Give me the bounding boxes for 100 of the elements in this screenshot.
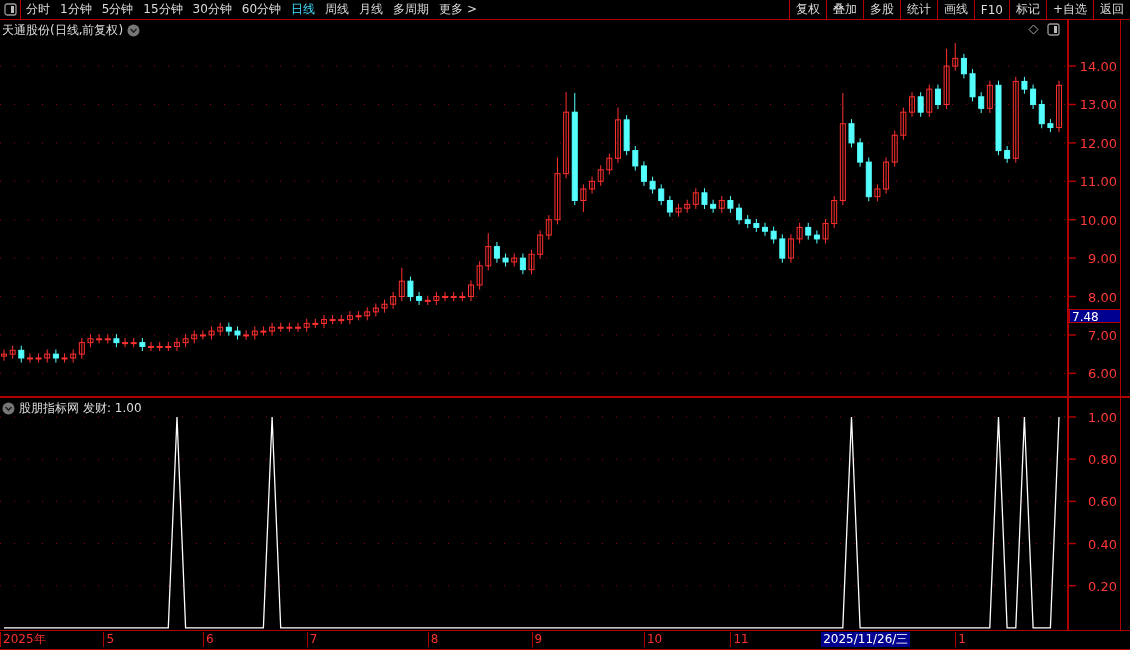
dropdown-icon[interactable]	[2, 402, 15, 415]
candlestick	[969, 68, 976, 102]
candlestick	[139, 337, 146, 352]
cursor-date-label: 2025/11/26/三	[821, 632, 911, 647]
period-tab[interactable]: 5分钟	[96, 0, 139, 19]
chart-title: 天通股份(日线,前复权)	[2, 22, 124, 39]
toolbar-button[interactable]: 画线	[936, 0, 974, 19]
candlestick	[943, 48, 950, 110]
candlestick	[649, 176, 656, 195]
candlestick	[770, 226, 777, 245]
period-tab[interactable]: 周线	[320, 0, 355, 19]
axis-label: 0.20	[1088, 578, 1117, 594]
candlestick	[148, 341, 154, 352]
axis-label: 0.80	[1088, 452, 1117, 468]
date-label: 5	[103, 632, 115, 647]
candlestick	[701, 187, 708, 210]
candlestick	[61, 352, 68, 364]
candlestick	[208, 326, 215, 341]
period-tab[interactable]: 60分钟	[236, 0, 287, 19]
period-tab[interactable]: 更多 >	[434, 0, 482, 19]
candlestick	[381, 299, 388, 314]
date-label: 11	[730, 632, 749, 647]
candlestick	[762, 222, 768, 237]
candlestick	[87, 333, 94, 348]
toolbar-button[interactable]: F10	[973, 0, 1009, 19]
period-tab[interactable]: 15分钟	[138, 0, 188, 19]
candlestick	[355, 310, 362, 321]
candlestick	[295, 322, 301, 333]
diamond-icon[interactable]	[1028, 24, 1039, 35]
candlestick	[874, 183, 881, 202]
period-tab[interactable]: 1分钟	[55, 0, 97, 19]
axis-label: 1.00	[1088, 410, 1117, 425]
candlestick	[35, 352, 42, 364]
date-label: 8	[427, 632, 439, 647]
axis-label: 11.00	[1079, 174, 1117, 190]
candlestick	[182, 333, 189, 348]
candlestick	[1056, 80, 1063, 133]
toolbar-button[interactable]: 叠加	[825, 0, 863, 19]
candlestick	[615, 107, 621, 164]
toolbar-button[interactable]: 标记	[1008, 0, 1046, 19]
candlestick	[459, 291, 466, 302]
candlestick	[234, 326, 241, 341]
candlestick	[822, 218, 829, 245]
axis-label: 10.00	[1079, 212, 1117, 228]
axis-label: 13.00	[1079, 97, 1117, 113]
date-label: 6	[202, 632, 214, 647]
date-label: 7	[306, 632, 318, 647]
period-tab[interactable]: 多周期	[388, 0, 435, 19]
toolbar-button[interactable]: 多股	[862, 0, 900, 19]
candlestick	[260, 326, 267, 337]
candlestick	[1021, 76, 1028, 95]
candlestick	[9, 345, 16, 360]
date-label: 1	[955, 632, 966, 647]
indicator-name: 股朋指标网	[19, 400, 79, 417]
toolbar-button[interactable]: 返回	[1093, 0, 1130, 19]
period-tab[interactable]: 日线	[286, 0, 321, 19]
toolbar-button[interactable]: +自选	[1045, 0, 1093, 19]
panel-toggle-icon[interactable]	[3, 3, 17, 16]
candlestick	[303, 318, 310, 333]
candlestick	[796, 222, 803, 245]
indicator-reading: 发财: 1.00	[83, 400, 142, 417]
candlestick	[502, 253, 509, 268]
candlestick	[753, 218, 760, 233]
candlestick	[727, 195, 734, 214]
date-label: 10	[643, 632, 663, 647]
panel-toggle-icon[interactable]	[1047, 23, 1060, 36]
axis-label: 14.00	[1079, 59, 1117, 75]
period-tab[interactable]: 月线	[354, 0, 389, 19]
period-tab[interactable]: 分时	[21, 0, 55, 19]
candlestick	[606, 153, 613, 175]
axis-label: 6.00	[1088, 366, 1117, 382]
candlestick	[900, 107, 907, 141]
candlestick	[917, 91, 924, 118]
candlestick	[675, 203, 682, 218]
candlestick	[623, 114, 630, 156]
candlestick	[433, 291, 440, 306]
axis-label: 12.00	[1079, 135, 1117, 151]
candlestick	[286, 322, 293, 333]
toolbar-button[interactable]: 复权	[788, 0, 826, 19]
candlestick	[476, 260, 483, 291]
axis-label: 8.00	[1088, 289, 1117, 305]
price-label: 7.48	[1069, 309, 1121, 324]
candlestick	[156, 341, 163, 352]
date-label: 2025年	[0, 632, 46, 647]
axis-label: 7.00	[1088, 327, 1117, 343]
axis-label: 0.60	[1088, 494, 1117, 510]
axis-label: 9.00	[1088, 251, 1117, 267]
candlestick	[113, 333, 120, 348]
candlestick	[909, 91, 915, 118]
dropdown-icon[interactable]	[127, 24, 141, 37]
axis-label: 0.40	[1088, 536, 1117, 552]
date-label: 9	[531, 632, 543, 647]
candlestick	[580, 183, 587, 213]
candlestick	[407, 276, 414, 302]
candlestick	[329, 314, 336, 325]
toolbar-button[interactable]: 统计	[899, 0, 937, 19]
candlestick	[1047, 118, 1054, 133]
period-tab[interactable]: 30分钟	[187, 0, 237, 19]
candlestick	[848, 118, 855, 148]
candlestick	[1, 349, 7, 362]
